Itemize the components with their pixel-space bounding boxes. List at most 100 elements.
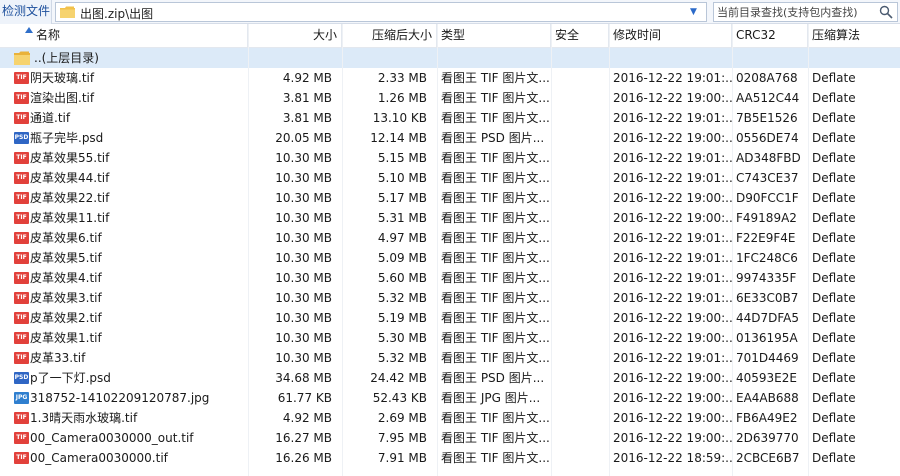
tif-file-icon: TIF — [14, 72, 29, 84]
file-type: 看图王 JPG 图片... — [441, 391, 541, 405]
file-row[interactable]: TIF 皮革效果5.tif 10.30 MB 5.09 MB 看图王 TIF 图片文..… — [0, 248, 900, 268]
file-name: 阴天玻璃.tif — [30, 71, 95, 85]
file-name: 皮革效果44.tif — [30, 171, 110, 185]
file-row[interactable]: TIF 渲染出图.tif 3.81 MB 1.26 MB 看图王 TIF 图片文... 2… — [0, 88, 900, 108]
file-row[interactable]: TIF 皮革效果3.tif 10.30 MB 5.32 MB 看图王 TIF 图片文..… — [0, 288, 900, 308]
search-box[interactable] — [713, 2, 898, 22]
file-crc32: 701D4469 — [736, 351, 799, 365]
file-row[interactable]: TIF 阴天玻璃.tif 4.92 MB 2.33 MB 看图王 TIF 图片文... 2… — [0, 68, 900, 88]
file-compression-method: Deflate — [812, 71, 856, 85]
file-type: 看图王 TIF 图片文... — [441, 251, 550, 265]
file-icon-label: TIF — [16, 234, 27, 241]
file-row[interactable]: TIF 皮革效果22.tif 10.30 MB 5.17 MB 看图王 TIF 图片文.… — [0, 188, 900, 208]
column-compression-method[interactable]: 压缩算法 — [808, 24, 900, 48]
file-icon-label: PSD — [14, 134, 29, 141]
tif-file-icon: TIF — [14, 412, 29, 424]
file-packed-size: 5.19 MB — [377, 311, 427, 325]
address-bar[interactable]: 出图.zip\出图 ▼ — [55, 2, 707, 22]
file-icon-label: TIF — [16, 294, 27, 301]
file-name: 皮革效果11.tif — [30, 211, 110, 225]
file-crc32: FB6A49E2 — [736, 411, 798, 425]
search-icon[interactable] — [879, 5, 893, 19]
search-input[interactable] — [714, 3, 874, 21]
file-row[interactable]: PSD p了一下灯.psd 34.68 MB 24.42 MB 看图王 PSD 图片..… — [0, 368, 900, 388]
file-modified: 2016-12-22 19:01:... — [613, 271, 732, 285]
file-row[interactable]: TIF 皮革33.tif 10.30 MB 5.32 MB 看图王 TIF 图片文...… — [0, 348, 900, 368]
file-type: 看图王 PSD 图片... — [441, 131, 545, 145]
column-divider — [808, 24, 809, 476]
file-icon-label: TIF — [16, 314, 27, 321]
sort-ascending-icon — [25, 27, 33, 33]
column-modified[interactable]: 修改时间 — [609, 24, 732, 48]
file-row[interactable]: TIF 皮革效果44.tif 10.30 MB 5.10 MB 看图王 TIF 图片文.… — [0, 168, 900, 188]
file-modified: 2016-12-22 19:01:... — [613, 291, 732, 305]
tif-file-icon: TIF — [14, 292, 29, 304]
file-type: 看图王 TIF 图片文... — [441, 171, 550, 185]
file-name: 00_Camera0030000_out.tif — [30, 431, 194, 445]
file-security — [551, 168, 609, 188]
file-size: 61.77 KB — [277, 391, 332, 405]
file-size: 20.05 MB — [275, 131, 332, 145]
file-row[interactable]: TIF 皮革效果55.tif 10.30 MB 5.15 MB 看图王 TIF 图片文.… — [0, 148, 900, 168]
file-name: 00_Camera0030000.tif — [30, 451, 168, 465]
file-compression-method: Deflate — [812, 291, 856, 305]
file-crc32: 0556DE74 — [736, 131, 799, 145]
file-row[interactable]: PSD 瓶子完毕.psd 20.05 MB 12.14 MB 看图王 PSD 图片...… — [0, 128, 900, 148]
file-security — [551, 308, 609, 328]
file-modified: 2016-12-22 19:01:... — [613, 351, 732, 365]
chevron-down-icon[interactable]: ▼ — [690, 5, 700, 19]
file-row[interactable]: TIF 1.3晴天雨水玻璃.tif 4.92 MB 2.69 MB 看图王 TIF 图片… — [0, 408, 900, 428]
parent-directory-row[interactable]: ..(上层目录) — [0, 48, 900, 68]
file-row[interactable]: TIF 00_Camera0030000_out.tif 16.27 MB 7.95 … — [0, 428, 900, 448]
column-divider — [609, 24, 610, 476]
file-type: 看图王 TIF 图片文... — [441, 151, 550, 165]
file-security — [551, 448, 609, 468]
column-packed-size[interactable]: 压缩后大小 — [342, 24, 437, 48]
file-compression-method: Deflate — [812, 451, 856, 465]
file-row[interactable]: TIF 00_Camera0030000.tif 16.26 MB 7.91 MB 看图… — [0, 448, 900, 468]
file-modified: 2016-12-22 19:01:... — [613, 111, 732, 125]
column-security[interactable]: 安全 — [551, 24, 609, 48]
file-crc32: C743CE37 — [736, 171, 799, 185]
file-crc32: 1FC248C6 — [736, 251, 798, 265]
file-name: 皮革效果5.tif — [30, 251, 102, 265]
file-type: 看图王 TIF 图片文... — [441, 351, 550, 365]
file-row[interactable]: JPG 318752-14102209120787.jpg 61.77 KB 52.4… — [0, 388, 900, 408]
file-icon-label: TIF — [16, 254, 27, 261]
file-compression-method: Deflate — [812, 251, 856, 265]
file-security — [551, 228, 609, 248]
file-row[interactable]: TIF 皮革效果2.tif 10.30 MB 5.19 MB 看图王 TIF 图片文..… — [0, 308, 900, 328]
file-security — [551, 368, 609, 388]
file-name: p了一下灯.psd — [30, 371, 111, 385]
tif-file-icon: TIF — [14, 332, 29, 344]
column-name[interactable]: 名称 — [0, 24, 248, 48]
file-size: 10.30 MB — [275, 191, 332, 205]
toolbar: 检测文件 出图.zip\出图 ▼ — [0, 0, 900, 24]
file-type: 看图王 TIF 图片文... — [441, 71, 550, 85]
address-path: 出图.zip\出图 — [80, 7, 154, 21]
file-crc32: 40593E2E — [736, 371, 797, 385]
file-packed-size: 7.91 MB — [377, 451, 427, 465]
file-icon-label: TIF — [16, 334, 27, 341]
file-row[interactable]: TIF 皮革效果6.tif 10.30 MB 4.97 MB 看图王 TIF 图片文..… — [0, 228, 900, 248]
column-type[interactable]: 类型 — [437, 24, 551, 48]
file-type: 看图王 TIF 图片文... — [441, 211, 550, 225]
file-crc32: 2D639770 — [736, 431, 799, 445]
file-size: 10.30 MB — [275, 151, 332, 165]
tif-file-icon: TIF — [14, 252, 29, 264]
file-row[interactable]: TIF 皮革效果4.tif 10.30 MB 5.60 MB 看图王 TIF 图片文..… — [0, 268, 900, 288]
file-crc32: F22E9F4E — [736, 231, 796, 245]
file-compression-method: Deflate — [812, 131, 856, 145]
file-modified: 2016-12-22 19:00:... — [613, 411, 732, 425]
file-row[interactable]: TIF 通道.tif 3.81 MB 13.10 KB 看图王 TIF 图片文... 20… — [0, 108, 900, 128]
file-icon-label: TIF — [16, 454, 27, 461]
file-row[interactable]: TIF 皮革效果1.tif 10.30 MB 5.30 MB 看图王 TIF 图片文..… — [0, 328, 900, 348]
file-row[interactable]: TIF 皮革效果11.tif 10.30 MB 5.31 MB 看图王 TIF 图片文.… — [0, 208, 900, 228]
file-icon-label: TIF — [16, 94, 27, 101]
column-crc32[interactable]: CRC32 — [732, 24, 808, 48]
file-icon-label: TIF — [16, 174, 27, 181]
column-size[interactable]: 大小 — [248, 24, 342, 48]
tif-file-icon: TIF — [14, 152, 29, 164]
check-files-button[interactable]: 检测文件 — [0, 0, 52, 24]
file-packed-size: 5.30 MB — [377, 331, 427, 345]
